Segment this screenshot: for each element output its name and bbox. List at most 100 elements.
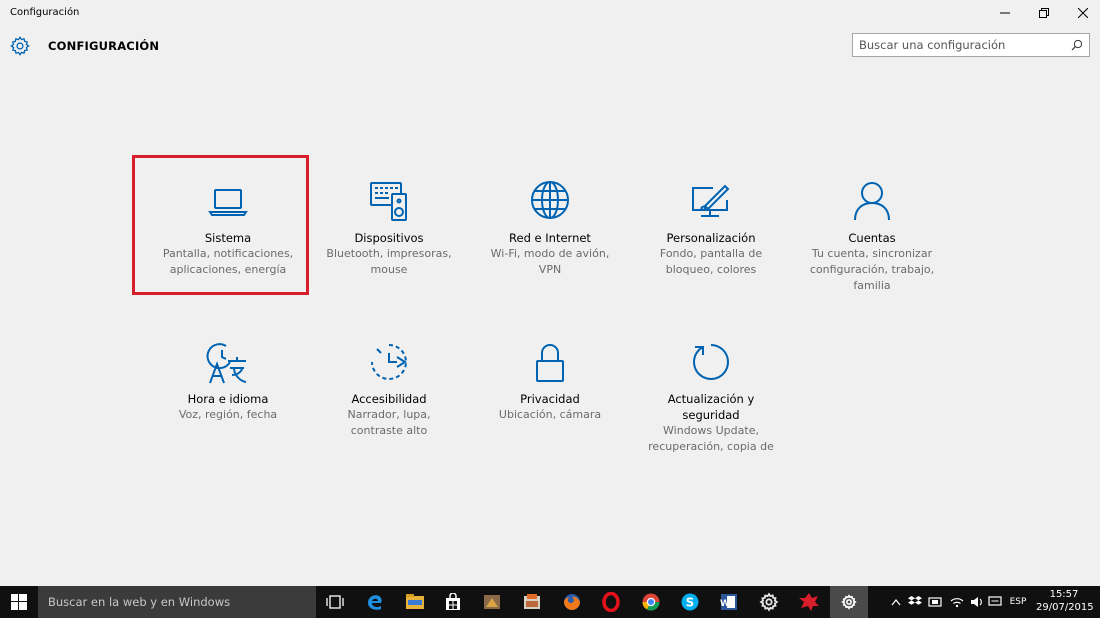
tile-desc-line: bloqueo, colores [665,263,757,276]
taskbar-app-word[interactable]: W [710,586,748,618]
taskbar-app-2[interactable] [513,586,551,618]
task-view-icon [326,595,344,609]
task-view-button[interactable] [316,586,354,618]
tray-notifications[interactable] [986,586,1004,618]
refresh-icon [693,344,729,380]
opera-icon [602,592,620,612]
start-button[interactable] [0,586,38,618]
taskbar-app-settings-active[interactable] [830,586,868,618]
taskbar: Buscar en la web y en Windows S W ESP 15… [0,586,1100,618]
clock-language-icon [206,343,247,384]
tile-name: Cuentas [848,231,896,245]
device-icon [928,597,942,607]
tile-name: Dispositivos [354,231,424,245]
taskbar-app-explorer[interactable] [396,586,434,618]
tile-desc-line: configuración, trabajo, [809,263,935,276]
page-title: CONFIGURACIÓN [48,39,160,53]
tile-desc-line: aplicaciones, energía [169,263,287,276]
tile-dispositivos[interactable]: Dispositivos Bluetooth, impresoras, mous… [308,180,470,278]
tile-name-line: seguridad [682,408,740,422]
tile-name: Sistema [204,231,252,245]
svg-text:W: W [720,599,730,609]
tile-desc-line: Fondo, pantalla de [659,247,763,260]
close-icon [1078,8,1088,18]
taskbar-app-opera[interactable] [592,586,630,618]
tile-desc-line: Ubicación, cámara [498,408,602,421]
file-explorer-icon [406,594,424,609]
tile-name: Red e Internet [509,231,591,245]
close-button[interactable] [1066,0,1100,26]
clock-date: 29/07/2015 [1036,602,1094,613]
tile-hora-e-idioma[interactable]: Hora e idioma Voz, región, fecha [147,341,309,423]
taskbar-app-chrome[interactable] [632,586,670,618]
taskbar-app-edge[interactable] [356,586,394,618]
tile-desc-line: contraste alto [350,424,428,437]
gear-icon[interactable] [9,35,31,57]
tile-desc-line: VPN [538,263,562,276]
tile-accesibilidad[interactable]: Accesibilidad Narrador, lupa, contraste … [308,341,470,439]
window-title: Configuración [10,7,80,18]
settings-search-input[interactable] [859,37,1064,53]
app-icon [524,594,540,609]
tray-network[interactable] [948,586,966,618]
minimize-button[interactable] [988,0,1022,26]
tile-cuentas[interactable]: Cuentas Tu cuenta, sincronizar configura… [791,180,953,294]
windows-logo-icon [11,594,27,610]
settings-icon [841,594,857,610]
tile-name: Accesibilidad [351,392,427,406]
minimize-icon [1000,12,1010,14]
app-icon [484,595,500,609]
skype-icon: S [681,593,699,611]
taskbar-search-text: Buscar en la web y en Windows [48,595,231,609]
word-icon: W [720,594,737,610]
tile-personalizacion[interactable]: Personalización Fondo, pantalla de bloqu… [630,180,792,278]
taskbar-app-1[interactable] [473,586,511,618]
firefox-icon [564,594,580,610]
tile-privacidad[interactable]: Privacidad Ubicación, cámara [469,341,631,423]
search-icon[interactable] [1071,39,1083,51]
tile-desc-line: Windows Update, [663,424,759,437]
taskbar-clock[interactable]: 15:57 29/07/2015 [1036,588,1094,614]
tile-desc-line: Tu cuenta, sincronizar [811,247,933,260]
lock-icon [536,344,564,382]
tile-desc-line: Pantalla, notificaciones, [162,247,294,260]
chevron-up-icon [891,599,901,606]
tile-desc-line: familia [853,279,891,292]
taskbar-app-firefox[interactable] [553,586,591,618]
tile-red-e-internet[interactable]: Red e Internet Wi-Fi, modo de avión, VPN [469,180,631,278]
chrome-icon [642,593,660,611]
show-hidden-icons-button[interactable] [888,586,904,618]
globe-icon [531,181,569,219]
store-icon [446,593,460,610]
tile-desc-line: Wi-Fi, modo de avión, [490,247,610,260]
taskbar-app-store[interactable] [434,586,472,618]
tile-name: Hora e idioma [187,392,269,406]
tile-name-line: Actualización y [667,392,755,406]
taskbar-app-gear[interactable] [750,586,788,618]
restore-button[interactable] [1027,0,1061,26]
tile-sistema[interactable]: Sistema Pantalla, notificaciones, aplica… [147,180,309,278]
taskbar-search-box[interactable]: Buscar en la web y en Windows [38,586,316,618]
edge-icon [368,595,382,610]
title-bar: Configuración [0,0,1100,26]
taskbar-app-skype[interactable]: S [671,586,709,618]
settings-gear-icon [759,592,779,612]
restore-icon [1039,8,1049,18]
taskbar-app-3[interactable] [790,586,828,618]
paint-monitor-icon [692,184,730,217]
tile-desc-line: recuperación, copia de [648,440,774,453]
clock-time: 15:57 [1049,589,1079,600]
tray-app-dropbox[interactable] [906,586,924,618]
dropbox-icon [908,596,922,605]
tile-desc-line: Voz, región, fecha [178,408,278,421]
person-icon [854,182,890,221]
tile-actualizacion-y-seguridad[interactable]: Actualización y seguridad Windows Update… [630,341,792,455]
tray-app-device[interactable] [926,586,944,618]
tile-desc-line: Bluetooth, impresoras, [326,247,452,260]
tray-language[interactable]: ESP [1006,586,1030,618]
tray-volume[interactable] [968,586,986,618]
app-icon [799,593,819,611]
settings-search-box[interactable] [852,33,1090,57]
chat-icon [988,596,1002,606]
language-indicator: ESP [1009,597,1027,607]
